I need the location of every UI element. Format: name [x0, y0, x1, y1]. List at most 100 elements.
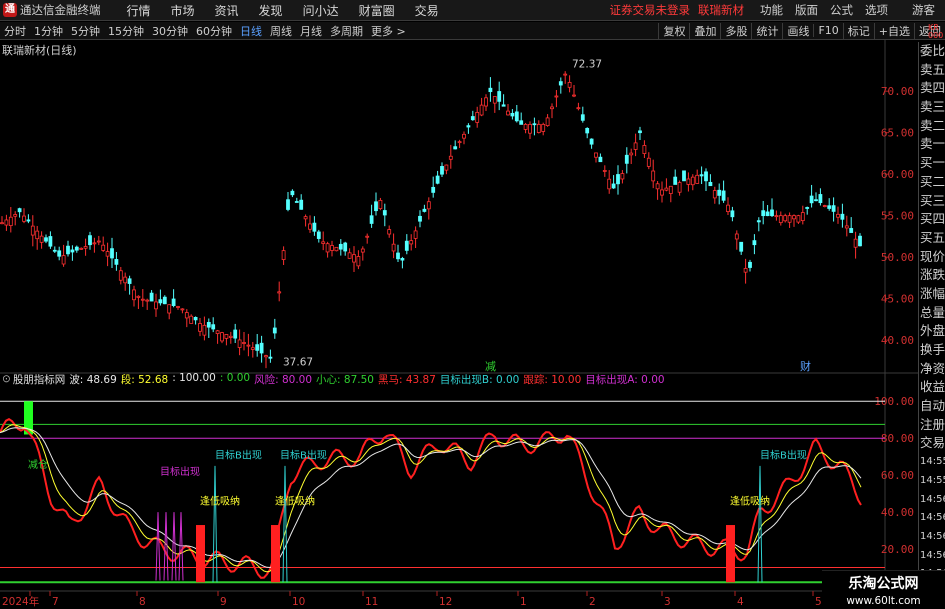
menu-item[interactable]: 财富圈: [349, 2, 405, 19]
side-panel-item[interactable]: 换手: [919, 341, 945, 360]
side-panel-item[interactable]: 涨跌: [919, 266, 945, 285]
side-panel-item[interactable]: 卖三: [919, 98, 945, 117]
side-panel-item[interactable]: 买一: [919, 154, 945, 173]
candle-body: [739, 241, 744, 252]
candle-body: [220, 332, 224, 342]
candle-body: [792, 215, 796, 220]
candle-body: [365, 235, 370, 238]
side-panel-item[interactable]: 现价: [919, 248, 945, 267]
candle-body: [110, 248, 114, 259]
candle-body: [734, 233, 739, 240]
candle-body: [836, 213, 840, 218]
period-tab[interactable]: 月线: [296, 23, 326, 39]
top-menu-item[interactable]: 公式: [824, 2, 859, 18]
watermark-url: www.60lt.com: [846, 595, 921, 607]
candle-body: [316, 231, 321, 239]
period-tab[interactable]: 1分钟: [30, 23, 67, 39]
period-tab[interactable]: 60分钟: [192, 23, 236, 39]
side-panel-item[interactable]: 卖五: [919, 61, 945, 80]
menu-item[interactable]: 资讯: [205, 2, 249, 19]
toolbar-button[interactable]: 复权: [658, 22, 689, 39]
side-panel-item[interactable]: 14:55: [919, 453, 945, 472]
quote-side-panel: 委比 卖五 卖四 卖三 卖二 卖一 买一 买二 买三 买四 买五 现价 涨跌 涨幅 总量 外盘 换手 净资 收益 自动…: [918, 42, 945, 609]
side-panel-item[interactable]: 卖一: [919, 135, 945, 154]
watermark: 乐淘公式网 www.60lt.com: [822, 570, 945, 609]
side-panel-item[interactable]: 14:56: [919, 491, 945, 510]
target-b-label: 目标B出现: [760, 449, 807, 462]
toolbar-button[interactable]: 画线: [782, 22, 813, 39]
candle-body: [756, 220, 761, 223]
candle-body: [541, 123, 546, 132]
candle-body: [409, 240, 414, 245]
time-tick-label: 2: [589, 596, 596, 608]
side-panel-item[interactable]: 买三: [919, 192, 945, 211]
side-panel-item[interactable]: 外盘: [919, 322, 945, 341]
period-tab[interactable]: 分时: [0, 23, 30, 39]
side-panel-item[interactable]: 涨幅: [919, 285, 945, 304]
indicator-tick-label: 80.00: [881, 432, 914, 445]
side-panel-item[interactable]: 委比: [919, 42, 945, 61]
candle-body: [303, 216, 308, 220]
side-panel-item[interactable]: 注册: [919, 416, 945, 435]
candle-body: [492, 96, 497, 104]
candle-body: [30, 225, 35, 236]
candle-body: [765, 211, 770, 217]
candle-body: [726, 204, 730, 213]
menu-item[interactable]: 问小达: [293, 2, 349, 19]
candle-body: [391, 243, 396, 252]
candle-body: [743, 268, 748, 273]
period-tab[interactable]: 更多 >: [367, 23, 410, 39]
menu-item[interactable]: 市场: [161, 2, 205, 19]
toolbar-button[interactable]: F10: [813, 24, 842, 37]
period-tab[interactable]: 周线: [266, 23, 296, 39]
menu-item[interactable]: 行情: [117, 2, 161, 19]
side-panel-item[interactable]: 14:56: [919, 528, 945, 547]
side-panel-item[interactable]: 交易: [919, 434, 945, 453]
trade-login-warning[interactable]: 证券交易未登录: [610, 2, 691, 18]
side-panel-item[interactable]: 14:56: [919, 509, 945, 528]
side-panel-item[interactable]: 买二: [919, 173, 945, 192]
toolbar-button[interactable]: 标记: [842, 22, 874, 39]
side-panel-item[interactable]: 收益: [919, 378, 945, 397]
period-toolbar: 分时 1分钟 5分钟 15分钟 30分钟 60分钟 日线 周线 月线 多周期 更多 > 复权 叠加 多股…: [0, 22, 945, 40]
period-tab[interactable]: 30分钟: [148, 23, 192, 39]
side-panel-item[interactable]: 买五: [919, 229, 945, 248]
chart-area[interactable]: 70.00 65.00 60.00 55.00 50.00 45.00 40.00 72.37…: [0, 40, 918, 609]
indicator-name[interactable]: 股朋指标网: [13, 372, 66, 387]
candle-body: [123, 276, 128, 284]
toolbar-button[interactable]: 多股: [720, 22, 751, 39]
top-menu-item[interactable]: 功能: [754, 2, 789, 18]
guest-button[interactable]: 游客: [894, 2, 945, 18]
candle-body: [783, 215, 788, 222]
side-panel-item[interactable]: 自动: [919, 397, 945, 416]
top-menu-item[interactable]: 选项: [859, 2, 894, 18]
toolbar-button[interactable]: 统计: [751, 22, 782, 39]
candle-body: [607, 178, 612, 190]
candle-body: [805, 207, 810, 209]
period-tab[interactable]: 多周期: [326, 23, 367, 39]
side-panel-item[interactable]: 14:55: [919, 472, 945, 491]
toolbar-button[interactable]: +自选: [873, 22, 914, 39]
candle-body: [343, 242, 348, 252]
candle-body: [48, 236, 53, 247]
side-panel-item[interactable]: 卖四: [919, 79, 945, 98]
side-panel-item[interactable]: 卖二: [919, 117, 945, 136]
candle-body: [668, 185, 673, 194]
indicator-expand-icon[interactable]: ⊙: [2, 373, 11, 385]
menu-item[interactable]: 发现: [249, 2, 293, 19]
candle-body: [277, 291, 282, 294]
side-panel-item[interactable]: 净资: [919, 360, 945, 379]
toolbar-button[interactable]: 叠加: [689, 22, 720, 39]
side-panel-item[interactable]: 总量: [919, 304, 945, 323]
period-tab[interactable]: 5分钟: [67, 23, 104, 39]
period-tab[interactable]: 日线: [236, 23, 266, 39]
side-panel-item[interactable]: 14:56: [919, 547, 945, 566]
candle-body: [242, 342, 246, 344]
period-tab[interactable]: 15分钟: [104, 23, 148, 39]
top-menu-item[interactable]: 版面: [789, 2, 824, 18]
candle-body: [642, 145, 647, 154]
side-panel-item[interactable]: 买四: [919, 210, 945, 229]
candle-body: [497, 91, 502, 102]
candle-body: [26, 219, 31, 222]
menu-item[interactable]: 交易: [405, 2, 449, 19]
